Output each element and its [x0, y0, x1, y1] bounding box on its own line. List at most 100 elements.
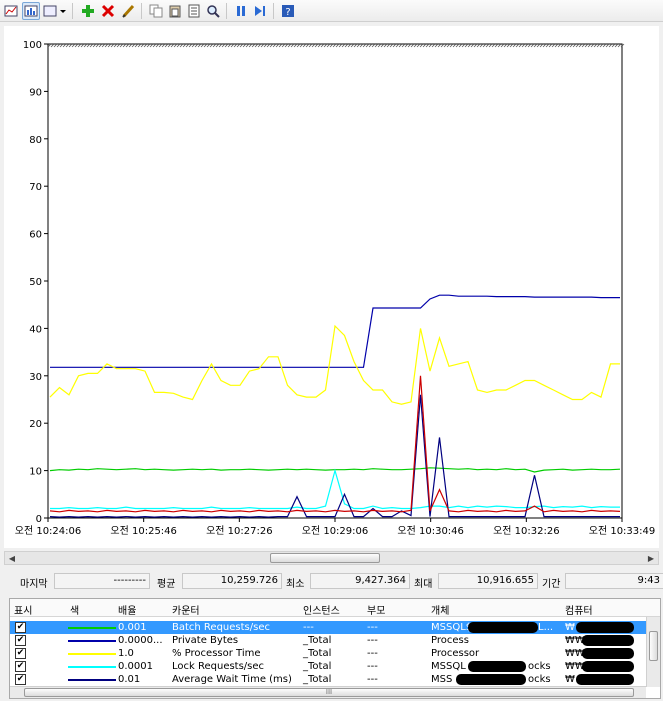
redaction-mark	[456, 674, 526, 685]
counter-cell: Private Bytes	[172, 635, 239, 646]
y-tick-label: 20	[29, 419, 42, 430]
instance-cell: _Total	[303, 661, 332, 672]
y-tick-label: 30	[29, 372, 42, 383]
parent-cell: ---	[367, 661, 378, 672]
instance-cell: _Total	[303, 648, 332, 659]
statistics-bar: 마지막 --------- 평균 10,259.726 최소 9,427.364…	[0, 572, 663, 590]
y-tick-label: 100	[23, 40, 42, 51]
column-counter[interactable]: 카운터	[172, 602, 200, 617]
view-histogram-icon[interactable]	[22, 2, 40, 20]
column-parent[interactable]: 부모	[367, 602, 385, 617]
scale-cell: 0.001	[118, 622, 147, 633]
performance-chart-svg: 0 10 20 30 40 50 60 70 80 90 100 오전 10:24:06 오전 10:2…	[15, 40, 656, 537]
add-counter-icon[interactable]	[79, 2, 97, 20]
minimum-value: 9,427.364	[310, 573, 410, 589]
redaction-mark	[582, 648, 634, 659]
column-computer[interactable]: 컴퓨터	[565, 602, 593, 617]
scale-cell: 0.01	[118, 674, 141, 685]
performance-graph: 0 10 20 30 40 50 60 70 80 90 100 오전 10:24:06 오전 10:2…	[4, 26, 659, 548]
svg-text:?: ?	[285, 7, 290, 18]
show-checkbox[interactable]: ✔	[15, 661, 26, 672]
redaction-mark	[582, 635, 634, 646]
show-checkbox[interactable]: ✔	[15, 635, 26, 646]
change-view-dropdown-icon[interactable]	[42, 2, 68, 20]
parent-cell: ---	[367, 674, 378, 685]
maximum-label: 최대	[414, 579, 433, 590]
color-swatch	[68, 653, 116, 655]
column-show[interactable]: 표시	[14, 602, 32, 617]
average-label: 평균	[157, 579, 176, 590]
last-label: 마지막	[20, 579, 48, 590]
maximum-value: 10,916.655	[438, 573, 538, 589]
column-object[interactable]: 개체	[431, 602, 449, 617]
highlight-icon[interactable]	[119, 2, 137, 20]
counter-list-horizontal-scrollbar[interactable]: III	[10, 686, 646, 698]
object-cell: Processor	[431, 648, 480, 659]
column-scale[interactable]: 배율	[118, 602, 136, 617]
counter-row[interactable]: ✔ 0.01 Average Wait Time (ms) _Total ---…	[10, 673, 646, 686]
redaction-mark	[468, 661, 526, 672]
scroll-right-icon[interactable]: ▶	[644, 552, 658, 564]
counter-row[interactable]: ✔ 0.0000... Private Bytes _Total --- Pro…	[10, 634, 646, 647]
update-data-icon[interactable]	[251, 2, 269, 20]
y-tick-label: 10	[29, 467, 42, 478]
x-tick-label: 오전 10:24:06	[15, 525, 82, 537]
copy-properties-icon[interactable]	[147, 2, 165, 20]
time-range-scrollbar[interactable]: ◀ ▶	[4, 551, 659, 565]
computer-cell: ₩	[565, 674, 575, 685]
average-value: 10,259.726	[182, 573, 282, 589]
object-suffix-cell: L...	[538, 622, 554, 633]
freeze-display-icon[interactable]	[232, 2, 250, 20]
counter-cell: Average Wait Time (ms)	[172, 674, 292, 685]
x-tick-label: 오전 10:33:49	[589, 525, 656, 537]
counter-list: 표시 색 배율 카운터 인스턴스 부모 개체 컴퓨터 ✔ 0.001 Batch…	[9, 598, 661, 699]
counter-cell: Lock Requests/sec	[172, 661, 265, 672]
scale-cell: 0.0000...	[118, 635, 163, 646]
zoom-icon[interactable]	[204, 2, 222, 20]
x-tick-label: 오전 10:30:46	[397, 525, 464, 537]
color-swatch	[68, 627, 116, 629]
help-icon[interactable]: ?	[279, 2, 297, 20]
y-tick-label: 70	[29, 182, 42, 193]
counter-row[interactable]: ✔ 0.001 Batch Requests/sec --- --- MSSQL…	[10, 621, 646, 634]
column-color[interactable]: 색	[70, 602, 79, 617]
counter-list-vertical-scrollbar[interactable]	[646, 617, 660, 687]
show-checkbox[interactable]: ✔	[15, 648, 26, 659]
properties-icon[interactable]	[185, 2, 203, 20]
x-tick-label: 오전 10:27:26	[206, 525, 273, 537]
column-instance[interactable]: 인스턴스	[303, 602, 340, 617]
plot-area	[47, 43, 623, 519]
scale-cell: 0.0001	[118, 661, 153, 672]
redaction-mark	[576, 622, 634, 633]
object-suffix-cell: ocks	[528, 674, 551, 685]
show-checkbox[interactable]: ✔	[15, 674, 26, 685]
parent-cell: ---	[367, 648, 378, 659]
minimum-label: 최소	[286, 579, 305, 590]
delete-counter-icon[interactable]	[99, 2, 117, 20]
view-graph-icon[interactable]	[2, 2, 20, 20]
redaction-mark	[468, 622, 538, 633]
toolbar: ?	[0, 0, 663, 22]
computer-cell: ₩	[565, 622, 575, 633]
parent-cell: ---	[367, 635, 378, 646]
object-cell: Process	[431, 635, 469, 646]
vertical-scroll-thumb[interactable]	[649, 631, 658, 661]
y-tick-label: 50	[29, 277, 42, 288]
color-swatch	[68, 640, 116, 642]
counter-list-header: 표시 색 배율 카운터 인스턴스 부모 개체 컴퓨터	[10, 599, 660, 617]
counter-row[interactable]: ✔ 0.0001 Lock Requests/sec _Total --- MS…	[10, 660, 646, 673]
time-range-thumb[interactable]	[270, 553, 380, 563]
instance-cell: ---	[303, 622, 314, 633]
show-checkbox[interactable]: ✔	[15, 622, 26, 633]
horizontal-scroll-thumb[interactable]: III	[24, 688, 634, 697]
counter-cell: % Processor Time	[172, 648, 261, 659]
object-suffix-cell: ocks	[528, 661, 551, 672]
object-cell: MSS	[431, 674, 453, 685]
object-cell: MSSQL	[431, 661, 466, 672]
object-cell: MSSQL$	[431, 622, 473, 633]
x-tick-label: 오전 10:25:46	[110, 525, 177, 537]
scroll-left-icon[interactable]: ◀	[5, 552, 19, 564]
counter-row[interactable]: ✔ 1.0 % Processor Time _Total --- Proces…	[10, 647, 646, 660]
paste-counter-list-icon[interactable]	[166, 2, 184, 20]
x-tick-label: 오전 10:29:06	[302, 525, 369, 537]
